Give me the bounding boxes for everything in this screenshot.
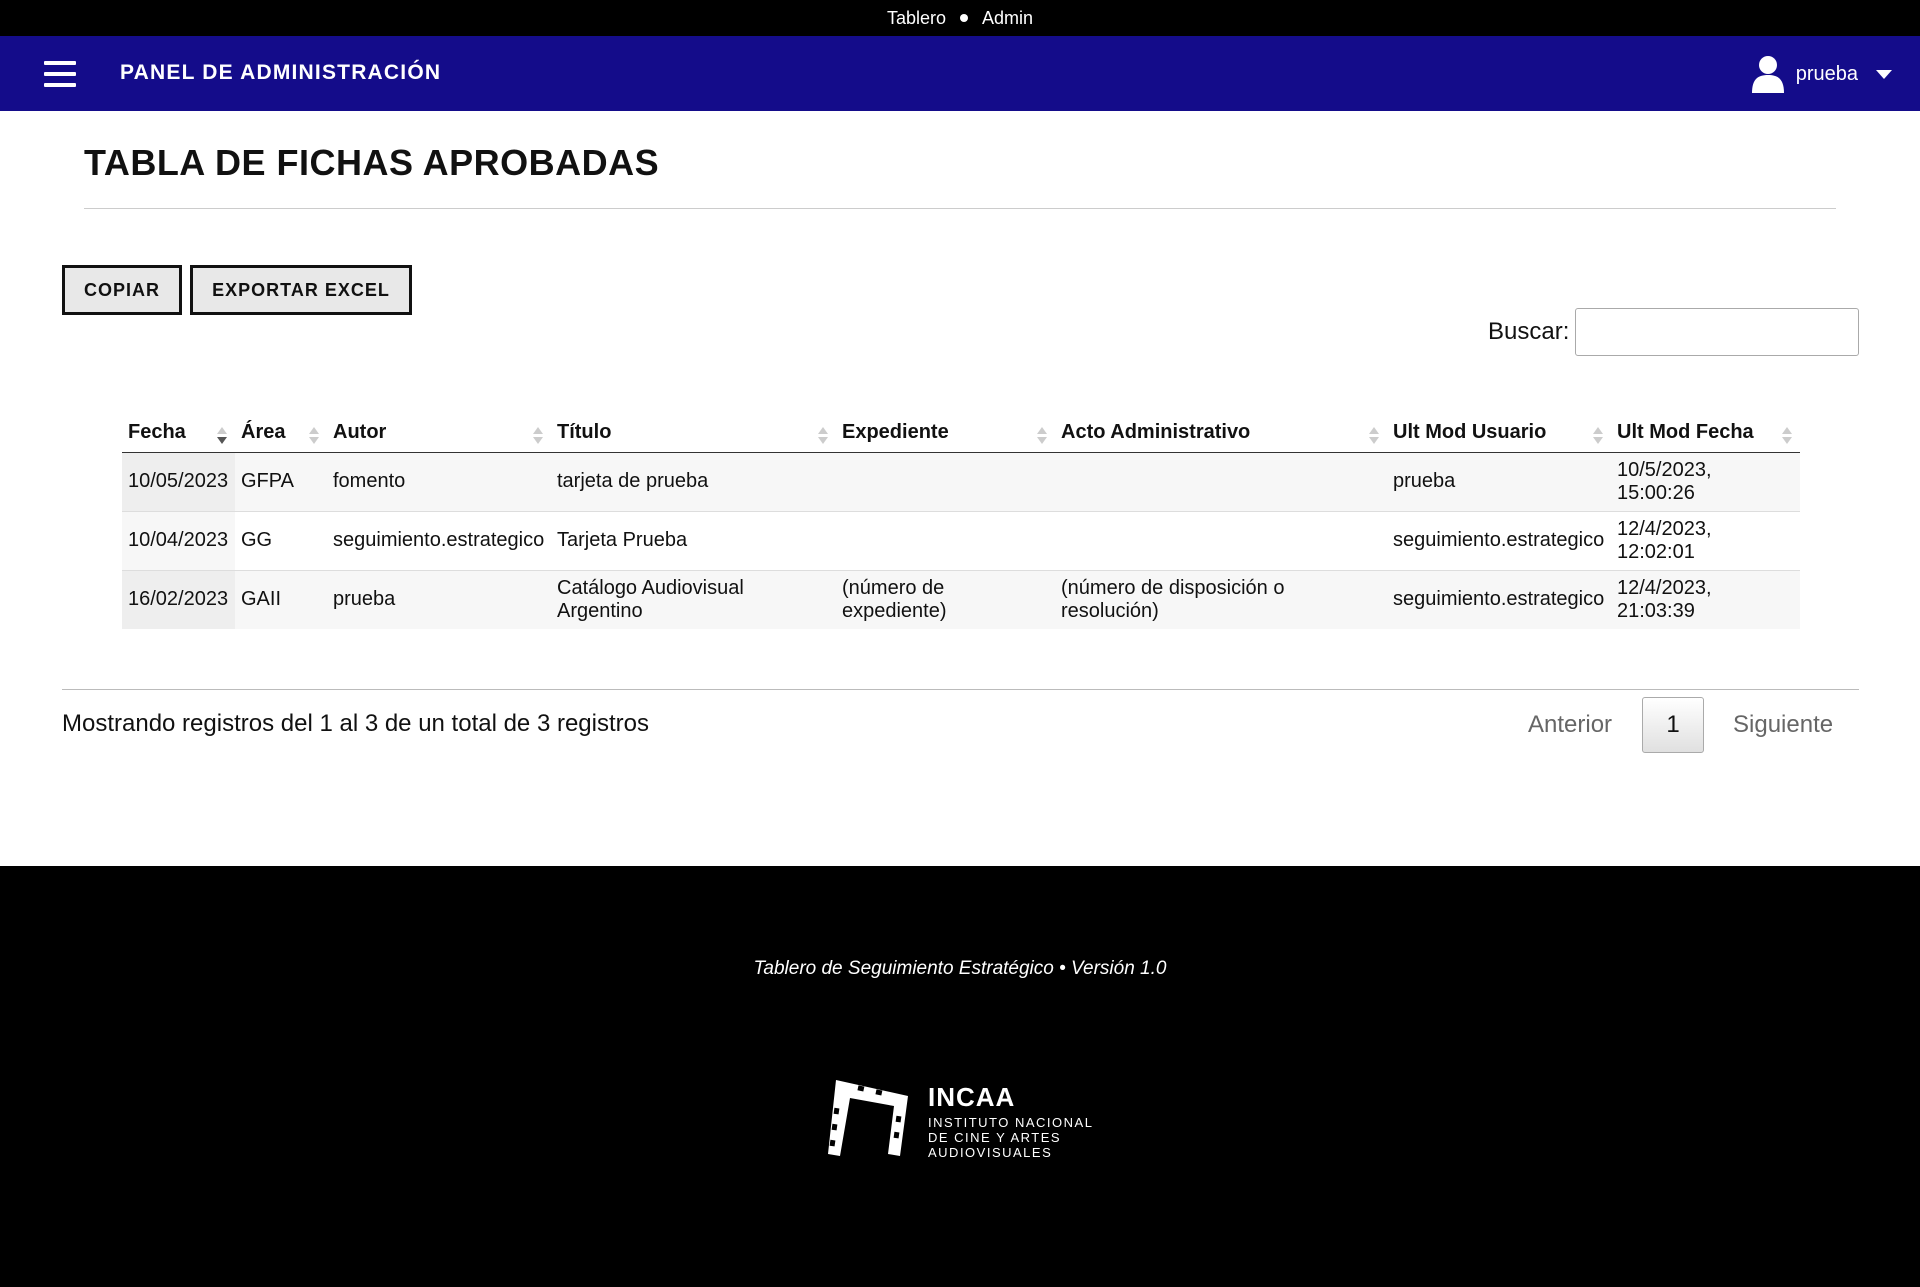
table-cell: 10/05/2023 <box>122 452 235 512</box>
sort-icon <box>1369 427 1379 449</box>
user-menu[interactable]: prueba <box>1751 54 1892 94</box>
table-cell: (número de expediente) <box>836 570 1055 629</box>
column-header-fecha[interactable]: Fecha <box>122 414 235 453</box>
column-header-label: Ult Mod Usuario <box>1393 421 1547 444</box>
table-cell <box>1055 452 1387 512</box>
table-cell <box>836 511 1055 571</box>
table-cell: prueba <box>327 570 551 629</box>
table-cell: 16/02/2023 <box>122 570 235 629</box>
table-cell: Tarjeta Prueba <box>551 511 836 571</box>
column-header-autor[interactable]: Autor <box>327 414 551 453</box>
table-cell: GFPA <box>235 452 327 512</box>
column-header-ult-mod-usuario[interactable]: Ult Mod Usuario <box>1387 414 1611 453</box>
column-header-label: Expediente <box>842 421 949 444</box>
column-header-label: Autor <box>333 421 387 444</box>
column-header-label: Fecha <box>128 421 186 444</box>
caret-down-icon <box>1876 69 1892 79</box>
table-cell: seguimiento.estrategico <box>327 511 551 571</box>
table-bottom-divider <box>62 689 1859 690</box>
column-header-expediente[interactable]: Expediente <box>836 414 1055 453</box>
title-divider <box>84 208 1836 209</box>
table-cell: GAII <box>235 570 327 629</box>
table-cell: 12/4/2023, 12:02:01 <box>1611 511 1800 571</box>
column-header-acto-administrativo[interactable]: Acto Administrativo <box>1055 414 1387 453</box>
table-cell <box>1055 511 1387 571</box>
table-row[interactable]: 16/02/2023 GAII prueba Catálogo Audiovisual… <box>122 570 1800 629</box>
table-cell: (número de disposición o resolución) <box>1055 570 1387 629</box>
pagination-previous[interactable]: Anterior <box>1528 697 1612 753</box>
navbar: PANEL DE ADMINISTRACIÓN prueba <box>0 36 1920 111</box>
incaa-logo: INCAA INSTITUTO NACIONAL DE CINE Y ARTES… <box>826 1078 1106 1162</box>
breadcrumb-admin[interactable]: Admin <box>982 8 1033 29</box>
logo-subtitle-line3: AUDIOVISUALES <box>928 1145 1053 1160</box>
table-cell: 12/4/2023, 21:03:39 <box>1611 570 1800 629</box>
table-cell: seguimiento.estrategico <box>1387 511 1611 571</box>
logo-subtitle-line1: INSTITUTO NACIONAL <box>928 1115 1094 1130</box>
table-cell: seguimiento.estrategico <box>1387 570 1611 629</box>
copy-button[interactable]: COPIAR <box>62 265 182 315</box>
footer-version-text: Tablero de Seguimiento Estratégico • Ver… <box>753 958 1167 979</box>
sort-icon <box>1593 427 1603 449</box>
column-header-título[interactable]: Título <box>551 414 836 453</box>
column-header-área[interactable]: Área <box>235 414 327 453</box>
table-cell <box>836 452 1055 512</box>
top-breadcrumb-bar: Tablero Admin <box>0 0 1920 36</box>
column-header-label: Ult Mod Fecha <box>1617 421 1754 444</box>
table-cell: tarjeta de prueba <box>551 452 836 512</box>
page-title: TABLA DE FICHAS APROBADAS <box>84 142 660 183</box>
user-icon <box>1751 56 1784 93</box>
sort-icon <box>217 427 227 449</box>
table-cell: 10/04/2023 <box>122 511 235 571</box>
logo-subtitle-line2: DE CINE Y ARTES <box>928 1130 1062 1145</box>
breadcrumb-separator-dot <box>960 14 968 22</box>
pagination-next[interactable]: Siguiente <box>1733 697 1833 753</box>
table-cell: GG <box>235 511 327 571</box>
navbar-brand: PANEL DE ADMINISTRACIÓN <box>120 61 442 84</box>
hamburger-icon[interactable] <box>44 61 76 87</box>
sort-icon <box>1782 427 1792 449</box>
records-info: Mostrando registros del 1 al 3 de un tot… <box>62 710 649 737</box>
table-body: 10/05/2023 GFPA fomento tarjeta de prueba pr… <box>122 452 1800 629</box>
footer: Tablero de Seguimiento Estratégico • Ver… <box>0 866 1920 1287</box>
pagination-page-1[interactable]: 1 <box>1642 697 1704 753</box>
film-strip-logo-icon <box>828 1080 908 1156</box>
breadcrumb-tablero[interactable]: Tablero <box>887 8 946 29</box>
table-cell: Catálogo Audiovisual Argentino <box>551 570 836 629</box>
user-name: prueba <box>1795 62 1858 85</box>
table-header-row: Fecha Área Autor Título Expediente Acto Admin… <box>122 414 1800 453</box>
column-header-ult-mod-fecha[interactable]: Ult Mod Fecha <box>1611 414 1800 453</box>
sort-icon <box>818 427 828 449</box>
approved-cards-table: Fecha Área Autor Título Expediente Acto Admin… <box>122 414 1800 629</box>
export-excel-button[interactable]: EXPORTAR EXCEL <box>190 265 412 315</box>
sort-icon <box>1037 427 1047 449</box>
search-input[interactable] <box>1575 308 1859 356</box>
table-row[interactable]: 10/04/2023 GG seguimiento.estrategico Tarje… <box>122 511 1800 571</box>
sort-icon <box>533 427 543 449</box>
search-label: Buscar: <box>1488 318 1570 345</box>
column-header-label: Título <box>557 421 612 444</box>
logo-name: INCAA <box>928 1082 1016 1112</box>
column-header-label: Acto Administrativo <box>1061 421 1251 444</box>
sort-icon <box>309 427 319 449</box>
table-cell: prueba <box>1387 452 1611 512</box>
table-cell: fomento <box>327 452 551 512</box>
table-cell: 10/5/2023, 15:00:26 <box>1611 452 1800 512</box>
table-row[interactable]: 10/05/2023 GFPA fomento tarjeta de prueba pr… <box>122 452 1800 512</box>
column-header-label: Área <box>241 421 286 444</box>
